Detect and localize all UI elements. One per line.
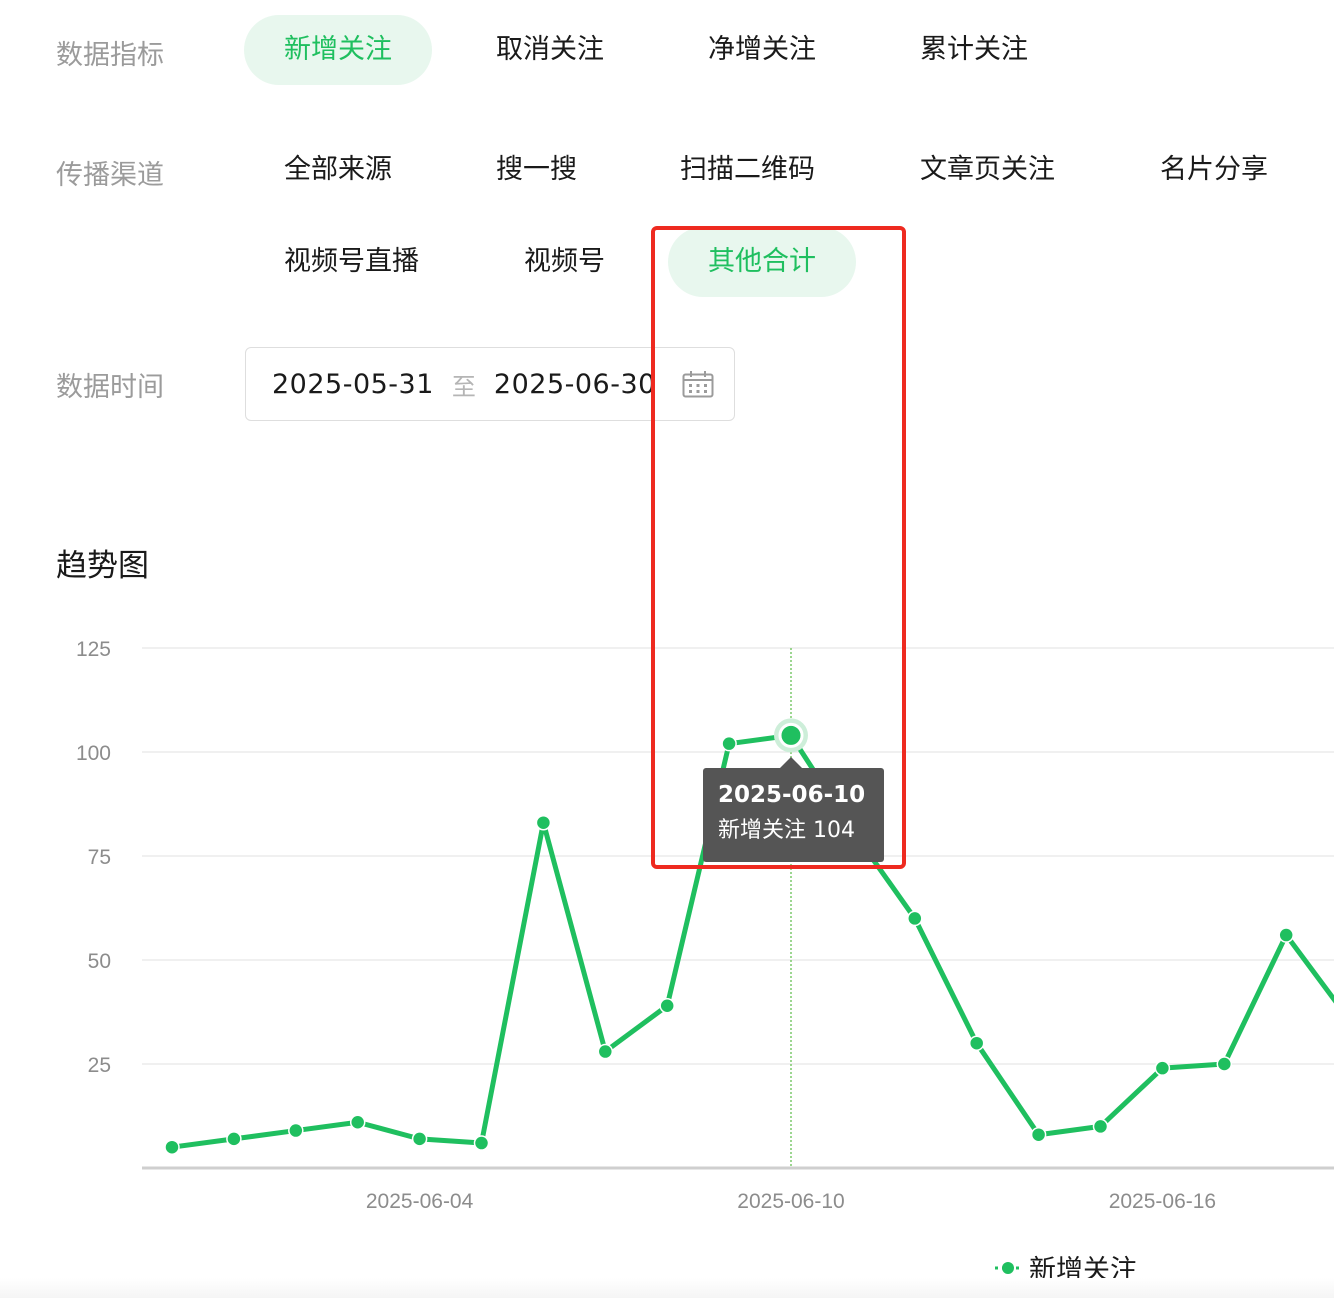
data-point[interactable] xyxy=(473,1135,490,1151)
data-point[interactable] xyxy=(1030,1126,1047,1143)
trend-chart-title: 趋势图 xyxy=(56,548,149,584)
chart-tooltip: 2025-06-10 新增关注 104 xyxy=(703,757,884,862)
metric-option-total-follows[interactable]: 累计关注 xyxy=(880,15,1068,85)
channel-option-search[interactable]: 搜一搜 xyxy=(456,135,617,205)
channel-option-other-total[interactable]: 其他合计 xyxy=(668,227,856,297)
data-point[interactable] xyxy=(535,814,552,831)
start-date[interactable]: 2025-05-31 xyxy=(272,369,434,400)
channel-option-qr-scan[interactable]: 扫描二维码 xyxy=(640,135,855,205)
channel-option-channels[interactable]: 视频号 xyxy=(484,227,645,297)
data-point[interactable] xyxy=(1278,927,1294,943)
metric-filter-label: 数据指标 xyxy=(56,40,164,71)
trend-line-chart[interactable]: 255075100125 2025-06-04 2025-06-10 2025-06… xyxy=(0,620,1334,1220)
date-range-separator: 至 xyxy=(451,372,476,401)
tooltip-date: 2025-06-10 xyxy=(718,782,866,808)
y-tick-label: 100 xyxy=(76,742,111,765)
channel-filter-label: 传播渠道 xyxy=(56,160,164,191)
data-point[interactable] xyxy=(349,1114,366,1130)
data-point[interactable] xyxy=(226,1131,242,1147)
data-point[interactable] xyxy=(659,998,675,1014)
data-point[interactable] xyxy=(1092,1118,1109,1135)
data-point[interactable] xyxy=(721,735,737,752)
data-point[interactable] xyxy=(411,1131,428,1147)
data-point[interactable] xyxy=(288,1122,304,1139)
channel-option-channels-live[interactable]: 视频号直播 xyxy=(244,227,459,297)
channel-option-all-sources[interactable]: 全部来源 xyxy=(244,135,432,205)
time-filter-label: 数据时间 xyxy=(56,372,164,403)
tooltip-series-value: 新增关注 104 xyxy=(718,818,855,843)
metric-option-net-follows[interactable]: 净增关注 xyxy=(668,15,856,85)
x-tick-label: 2025-06-04 xyxy=(366,1190,474,1213)
metric-option-unfollows[interactable]: 取消关注 xyxy=(456,15,644,85)
y-tick-label: 75 xyxy=(88,846,111,869)
channel-option-article-page[interactable]: 文章页关注 xyxy=(880,135,1095,205)
data-point[interactable] xyxy=(1216,1056,1233,1072)
y-tick-label: 50 xyxy=(88,950,111,973)
y-tick-label: 125 xyxy=(76,638,111,661)
data-point[interactable] xyxy=(597,1043,614,1060)
x-tick-label: 2025-06-16 xyxy=(1109,1190,1216,1213)
data-point[interactable] xyxy=(1154,1060,1171,1076)
x-tick-label: 2025-06-10 xyxy=(737,1190,844,1213)
y-tick-label: 25 xyxy=(88,1054,111,1077)
calendar-icon[interactable] xyxy=(682,370,714,402)
data-point[interactable] xyxy=(907,910,923,927)
channel-option-card-share[interactable]: 名片分享 xyxy=(1120,135,1308,205)
data-point[interactable] xyxy=(778,722,804,748)
footer-fade xyxy=(0,1278,1334,1298)
end-date[interactable]: 2025-06-30 xyxy=(494,369,654,400)
metric-option-new-follows[interactable]: 新增关注 xyxy=(244,15,432,85)
date-range-picker[interactable]: 2025-05-31 至 2025-06-30 xyxy=(245,347,735,421)
data-point[interactable] xyxy=(164,1139,180,1155)
data-point[interactable] xyxy=(968,1035,985,1051)
legend-marker-icon xyxy=(995,1261,1021,1274)
